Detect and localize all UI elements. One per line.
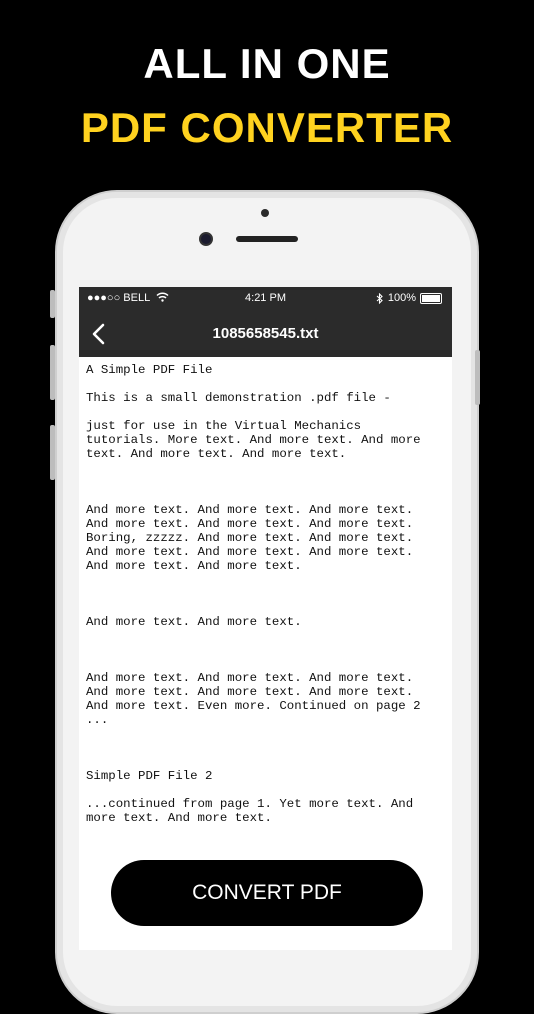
document-text: A Simple PDF File This is a small demons… <box>86 363 421 825</box>
front-camera <box>199 232 213 246</box>
proximity-sensor <box>261 209 269 217</box>
volume-down-button <box>50 425 55 480</box>
battery-icon <box>420 292 442 304</box>
status-right: 100% <box>376 292 442 304</box>
bluetooth-icon <box>376 292 383 304</box>
status-bar: ●●●○○ BELL 4:21 PM 100% <box>79 287 452 311</box>
battery-percent: 100% <box>387 292 416 304</box>
headline-all-in-one: ALL IN ONE <box>143 40 391 87</box>
phone-screen: ●●●○○ BELL 4:21 PM 100% 1085658545.txt A… <box>79 287 452 950</box>
mute-switch <box>50 290 55 318</box>
earpiece-speaker <box>236 236 298 242</box>
nav-bar: 1085658545.txt <box>79 311 452 357</box>
convert-pdf-button[interactable]: CONVERT PDF <box>111 860 423 926</box>
page-title: 1085658545.txt <box>212 325 319 342</box>
power-button <box>475 350 480 405</box>
headline-pdf-converter: PDF CONVERTER <box>80 104 454 151</box>
volume-up-button <box>50 345 55 400</box>
